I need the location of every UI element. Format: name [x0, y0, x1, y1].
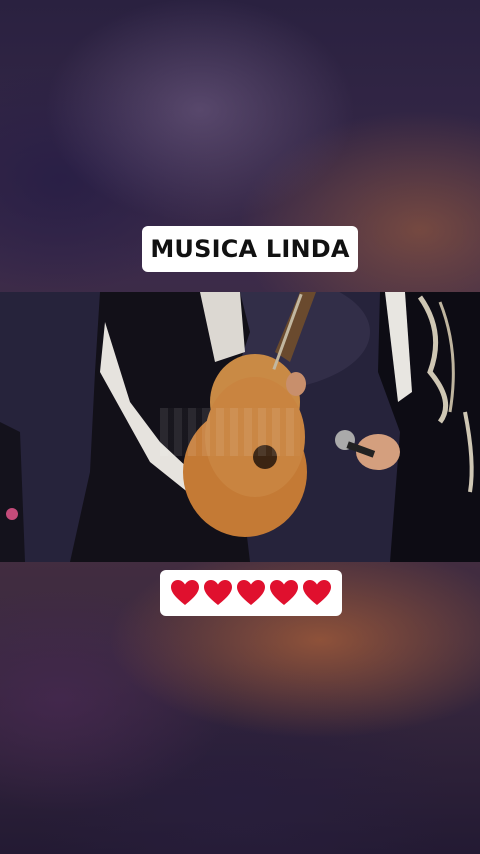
- heart-icon: [270, 580, 298, 605]
- heart-icon: [204, 580, 232, 605]
- video-artifact: [160, 408, 300, 456]
- heart-icon: [237, 580, 265, 605]
- heart-icon: [303, 580, 331, 605]
- title-text: MUSICA LINDA: [150, 235, 350, 263]
- hearts-caption: [160, 570, 342, 616]
- heart-icon: [171, 580, 199, 605]
- title-caption: MUSICA LINDA: [142, 226, 358, 272]
